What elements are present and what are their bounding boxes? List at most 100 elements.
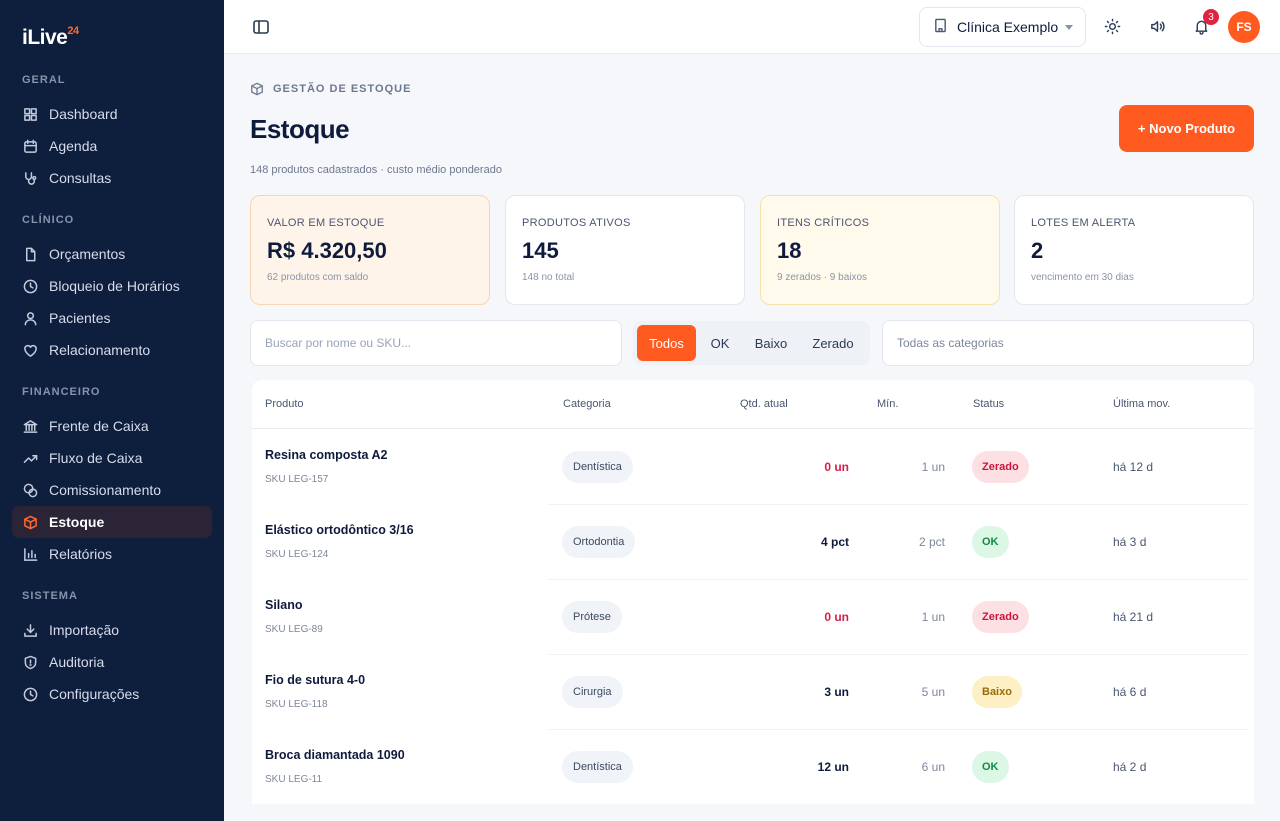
table-row[interactable]: Resina composta A2 SKU LEG-157 Dentístic…	[252, 430, 1254, 505]
app-logo[interactable]: iLive24	[22, 25, 79, 50]
product-sku: SKU LEG-124	[265, 549, 329, 560]
category-chip: Cirurgia	[562, 676, 623, 708]
heart-icon	[23, 343, 38, 358]
stethoscope-icon	[23, 171, 38, 186]
clock-settings-icon	[23, 687, 38, 702]
new-product-button[interactable]: + Novo Produto	[1119, 105, 1254, 152]
filter-ok-button[interactable]: OK	[699, 325, 741, 361]
status-badge: Zerado	[972, 451, 1029, 483]
filter-todos-button[interactable]: Todos	[637, 325, 696, 361]
search-input[interactable]	[250, 320, 622, 366]
last-movement: há 3 d	[1113, 535, 1147, 549]
status-badge: Baixo	[972, 676, 1022, 708]
filter-zerado-button[interactable]: Zerado	[801, 325, 865, 361]
sidebar-item-label: Agenda	[49, 138, 98, 154]
sidebar-item-label: Auditoria	[49, 654, 105, 670]
minimum-quantity: 1 un	[921, 610, 945, 624]
sound-icon[interactable]	[1149, 18, 1167, 36]
sidebar-item-pacientes[interactable]: Pacientes	[12, 302, 212, 334]
calendar-icon	[23, 139, 38, 154]
table-row[interactable]: Silano SKU LEG-89 Prótese 0 un 1 un Zera…	[252, 580, 1254, 655]
product-name: Silano	[265, 598, 303, 612]
column-header-min[interactable]: Mín.	[877, 398, 898, 410]
stat-card-critical-items: ITENS CRÍTICOS 18 9 zerados · 9 baixos	[760, 195, 1000, 305]
current-quantity: 0 un	[824, 610, 849, 624]
sidebar: iLive24 GERAL Dashboard Agenda Consultas…	[0, 0, 224, 821]
card-hint: 62 produtos com saldo	[267, 272, 369, 283]
notification-badge: 3	[1203, 9, 1219, 25]
sidebar-toggle-icon[interactable]	[252, 18, 270, 36]
category-select[interactable]: Todas as categorias	[882, 320, 1254, 366]
status-badge: OK	[972, 526, 1009, 558]
sidebar-item-comissionamento[interactable]: Comissionamento	[12, 474, 212, 506]
category-chip: Prótese	[562, 601, 622, 633]
card-value: R$ 4.320,50	[267, 238, 387, 263]
grid-icon	[23, 107, 38, 122]
column-header-ultima-mov[interactable]: Última mov.	[1113, 398, 1170, 410]
bank-icon	[23, 419, 38, 434]
product-sku: SKU LEG-89	[265, 624, 323, 635]
section-title-clinico: CLÍNICO	[22, 214, 75, 226]
card-hint: 148 no total	[522, 272, 575, 283]
sidebar-item-estoque[interactable]: Estoque	[12, 506, 212, 538]
section-title-geral: GERAL	[22, 74, 66, 86]
table-row[interactable]: Fio de sutura 4-0 SKU LEG-118 Cirurgia 3…	[252, 655, 1254, 730]
sidebar-item-frente-de-caixa[interactable]: Frente de Caixa	[12, 410, 212, 442]
stat-card-lots-alert: LOTES EM ALERTA 2 vencimento em 30 dias	[1014, 195, 1254, 305]
header-divider	[252, 428, 1254, 429]
breadcrumb: GESTÃO DE ESTOQUE	[250, 82, 411, 96]
clinic-selector[interactable]: Clínica Exemplo	[919, 7, 1086, 47]
page-title: Estoque	[250, 114, 350, 144]
minimum-quantity: 5 un	[921, 685, 945, 699]
stat-card-stock-value: VALOR EM ESTOQUE R$ 4.320,50 62 produtos…	[250, 195, 490, 305]
topbar: Clínica Exemplo 3 FS	[224, 0, 1280, 54]
sidebar-item-configuracoes[interactable]: Configurações	[12, 678, 212, 710]
clock-icon	[23, 279, 38, 294]
sidebar-item-importacao[interactable]: Importação	[12, 614, 212, 646]
filter-baixo-button[interactable]: Baixo	[745, 325, 797, 361]
column-header-produto[interactable]: Produto	[265, 398, 304, 410]
sidebar-item-label: Configurações	[49, 686, 140, 702]
logo-text: iLive	[22, 26, 68, 49]
sidebar-item-label: Importação	[49, 622, 120, 638]
sidebar-item-relacionamento[interactable]: Relacionamento	[12, 334, 212, 366]
sidebar-item-bloqueio-de-horarios[interactable]: Bloqueio de Horários	[12, 270, 212, 302]
minimum-quantity: 2 pct	[918, 535, 945, 549]
card-label: PRODUTOS ATIVOS	[522, 217, 631, 229]
column-header-qtd-atual[interactable]: Qtd. atual	[740, 398, 788, 410]
card-value: 18	[777, 238, 802, 263]
sidebar-item-fluxo-de-caixa[interactable]: Fluxo de Caixa	[12, 442, 212, 474]
clinic-name: Clínica Exemplo	[957, 19, 1059, 35]
sidebar-item-label: Dashboard	[49, 106, 118, 122]
section-title-sistema: SISTEMA	[22, 590, 78, 602]
table-row[interactable]: Broca diamantada 1090 SKU LEG-11 Dentíst…	[252, 730, 1254, 805]
last-movement: há 21 d	[1113, 610, 1154, 624]
sidebar-item-dashboard[interactable]: Dashboard	[12, 98, 212, 130]
user-icon	[23, 311, 38, 326]
sidebar-item-consultas[interactable]: Consultas	[12, 162, 212, 194]
product-sku: SKU LEG-11	[265, 774, 323, 785]
shield-icon	[23, 655, 38, 670]
building-icon	[933, 18, 948, 36]
current-quantity: 4 pct	[820, 535, 849, 549]
product-name: Fio de sutura 4-0	[265, 673, 366, 687]
sidebar-item-label: Frente de Caixa	[49, 418, 149, 434]
product-sku: SKU LEG-118	[265, 699, 328, 710]
sidebar-item-agenda[interactable]: Agenda	[12, 130, 212, 162]
sidebar-item-label: Fluxo de Caixa	[49, 450, 143, 466]
table-row[interactable]: Elástico ortodôntico 3/16 SKU LEG-124 Or…	[252, 505, 1254, 580]
sidebar-item-relatorios[interactable]: Relatórios	[12, 538, 212, 570]
column-header-categoria[interactable]: Categoria	[563, 398, 611, 410]
sidebar-item-auditoria[interactable]: Auditoria	[12, 646, 212, 678]
avatar[interactable]: FS	[1228, 11, 1260, 43]
theme-toggle-sun-icon[interactable]	[1104, 18, 1122, 36]
sidebar-item-orcamentos[interactable]: Orçamentos	[12, 238, 212, 270]
box-icon	[23, 515, 38, 530]
column-header-status[interactable]: Status	[973, 398, 1004, 410]
card-value: 2	[1031, 238, 1044, 263]
product-sku: SKU LEG-157	[265, 474, 329, 485]
sidebar-item-label: Bloqueio de Horários	[49, 278, 180, 294]
logo-superscript: 24	[67, 25, 79, 37]
bar-chart-icon	[23, 547, 38, 562]
card-hint: vencimento em 30 dias	[1031, 272, 1134, 283]
